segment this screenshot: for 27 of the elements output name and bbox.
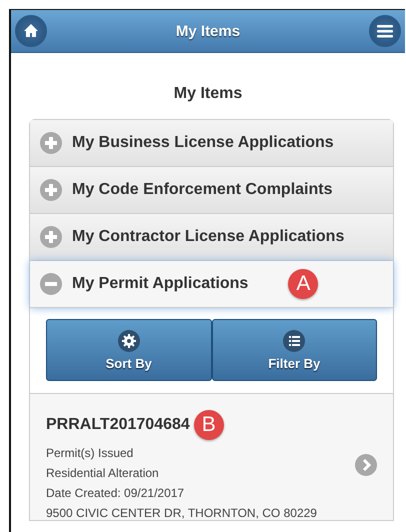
list-icon — [283, 330, 306, 352]
menu-button[interactable] — [368, 15, 401, 47]
callout-marker: B — [194, 410, 224, 440]
plus-icon — [40, 179, 62, 201]
home-icon — [23, 23, 39, 39]
accordion-header[interactable]: My Business License Applications — [30, 120, 393, 167]
record-detail: Date Created: 09/21/2017 — [46, 486, 186, 500]
minus-icon — [40, 273, 62, 295]
plus-icon — [40, 132, 62, 154]
page-title: My Items — [172, 84, 244, 104]
record-detail: Permit(s) Issued — [46, 446, 134, 460]
gear-icon — [118, 330, 140, 352]
callout-marker: A — [288, 269, 318, 299]
accordion-header[interactable]: My Code Enforcement Complaints — [30, 167, 393, 214]
menu-icon — [376, 24, 393, 38]
record-id: PRRALT201704684 — [46, 416, 190, 434]
record-card[interactable]: PRRALT201704684 B Permit(s) Issued Residential Alteration Date Created: 09/21/2017 9500 CIVIC CENTER DR, THORNTON, CO 80229 — [30, 394, 393, 520]
home-button[interactable] — [15, 15, 47, 47]
plus-icon — [40, 226, 62, 248]
record-detail: 9500 CIVIC CENTER DR, THORNTON, CO 80229 — [46, 506, 318, 520]
accordion-header[interactable]: My Permit Applications A — [30, 261, 393, 308]
header-title: My Items — [176, 22, 240, 40]
record-detail: Residential Alteration — [46, 466, 160, 480]
chevron-right-icon — [355, 454, 377, 476]
sort-button[interactable]: Sort By — [46, 319, 212, 381]
filter-button[interactable]: Filter By — [212, 319, 377, 381]
accordion-header[interactable]: My Contractor License Applications — [30, 214, 393, 261]
